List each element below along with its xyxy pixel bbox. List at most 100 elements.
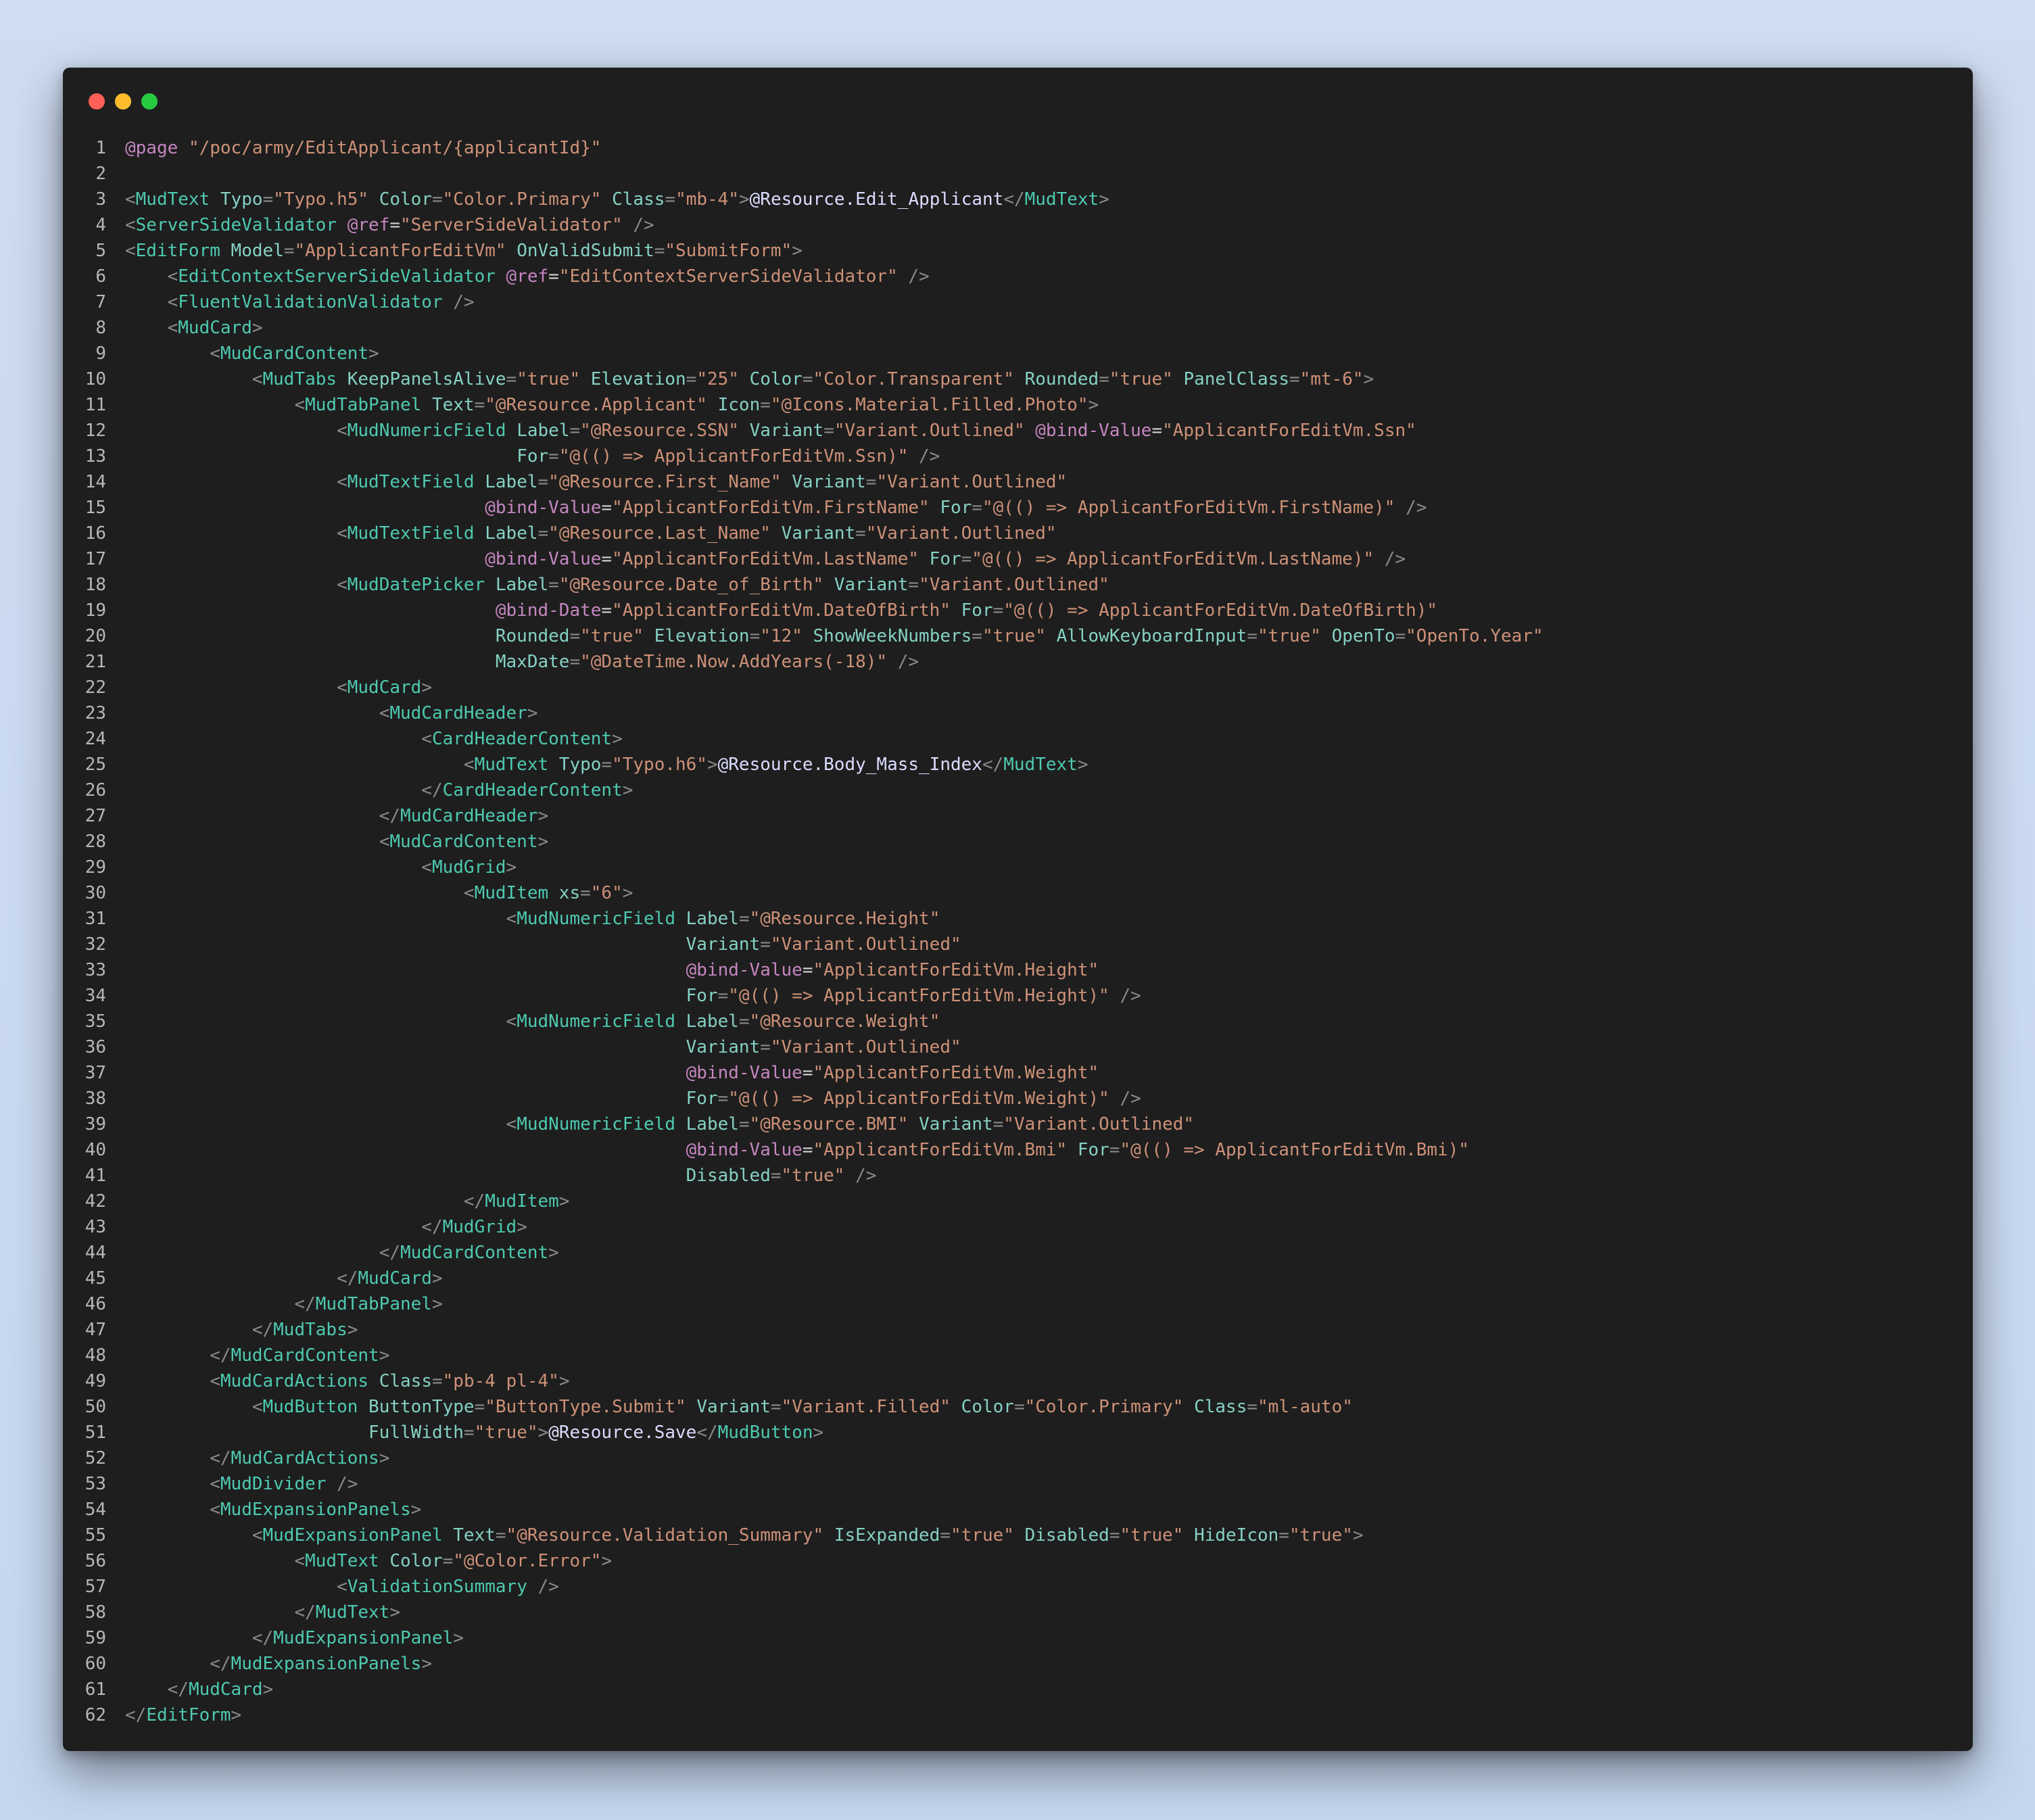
code-line: 55 <MudExpansionPanel Text="@Resource.Va… [63, 1523, 1973, 1548]
line-number: 2 [95, 164, 106, 184]
code-line-text: </MudText> [294, 1602, 400, 1623]
line-number: 44 [85, 1243, 106, 1263]
code-line-text: </MudExpansionPanels> [210, 1654, 432, 1674]
code-line: 53 <MudDivider /> [63, 1471, 1973, 1497]
line-number: 3 [95, 189, 106, 210]
line-number: 48 [85, 1345, 106, 1366]
code-line-text: <MudText Typo="Typo.h5" Color="Color.Pri… [125, 189, 1109, 210]
code-line-text: <MudText Color="@Color.Error"> [294, 1551, 613, 1571]
code-line-text: <EditForm Model="ApplicantForEditVm" OnV… [125, 241, 803, 261]
code-line-text: <EditContextServerSideValidator @ref="Ed… [167, 266, 930, 287]
line-number: 56 [85, 1551, 106, 1571]
code-line: 37 @bind-Value="ApplicantForEditVm.Weigh… [63, 1060, 1973, 1086]
code-line-text: <MudNumericField Label="@Resource.Height… [506, 909, 940, 929]
code-line: 62 </EditForm> [63, 1702, 1973, 1728]
line-number: 30 [85, 883, 106, 903]
code-line-text: @bind-Value="ApplicantForEditVm.LastName… [485, 549, 1406, 569]
code-line-text: <MudCardContent> [379, 832, 549, 852]
code-line-text: Disabled="true" /> [686, 1166, 877, 1186]
code-line-text: </MudCard> [337, 1268, 443, 1289]
code-line: 42 </MudItem> [63, 1189, 1973, 1214]
code-line: 23 <MudCardHeader> [63, 700, 1973, 726]
line-number: 1 [95, 138, 106, 158]
code-line: 11 <MudTabPanel Text="@Resource.Applican… [63, 392, 1973, 418]
line-number: 40 [85, 1140, 106, 1160]
line-number: 54 [85, 1500, 106, 1520]
code-line-text: <MudDatePicker Label="@Resource.Date_of_… [337, 575, 1109, 595]
line-number: 38 [85, 1088, 106, 1109]
code-line: 15 @bind-Value="ApplicantForEditVm.First… [63, 495, 1973, 521]
line-number: 15 [85, 498, 106, 518]
code-line-text: <MudNumericField Label="@Resource.Weight… [506, 1011, 940, 1032]
line-number: 47 [85, 1320, 106, 1340]
line-number: 16 [85, 523, 106, 544]
code-line: 51 FullWidth="true">@Resource.Save</MudB… [63, 1420, 1973, 1445]
code-line-text: Rounded="true" Elevation="12" ShowWeekNu… [495, 626, 1543, 646]
code-line-text: <MudText Typo="Typo.h6">@Resource.Body_M… [463, 755, 1088, 775]
minimize-window-icon[interactable] [115, 93, 131, 110]
line-number: 49 [85, 1371, 106, 1391]
code-line: 3 <MudText Typo="Typo.h5" Color="Color.Pr… [63, 187, 1973, 212]
line-number: 19 [85, 600, 106, 621]
code-line-text: <MudGrid> [421, 857, 517, 878]
line-number: 5 [95, 241, 106, 261]
line-number: 45 [85, 1268, 106, 1289]
code-line: 21 MaxDate="@DateTime.Now.AddYears(-18)"… [63, 649, 1973, 675]
code-line: 48 </MudCardContent> [63, 1343, 1973, 1368]
line-number: 4 [95, 215, 106, 235]
code-line: 30 <MudItem xs="6"> [63, 880, 1973, 906]
maximize-window-icon[interactable] [141, 93, 158, 110]
code-line: 13 For="@(() => ApplicantForEditVm.Ssn)"… [63, 444, 1973, 469]
code-line: 35 <MudNumericField Label="@Resource.Wei… [63, 1009, 1973, 1034]
line-number: 12 [85, 421, 106, 441]
line-number: 18 [85, 575, 106, 595]
code-line: 29 <MudGrid> [63, 855, 1973, 880]
code-line-text: </MudTabs> [252, 1320, 358, 1340]
line-number: 24 [85, 729, 106, 749]
code-line: 44 </MudCardContent> [63, 1240, 1973, 1266]
code-line: 7 <FluentValidationValidator /> [63, 289, 1973, 315]
code-line: 17 @bind-Value="ApplicantForEditVm.LastN… [63, 546, 1973, 572]
line-number: 41 [85, 1166, 106, 1186]
line-number: 50 [85, 1397, 106, 1417]
code-line-text: <MudExpansionPanel Text="@Resource.Valid… [252, 1525, 1364, 1546]
code-line: 43 </MudGrid> [63, 1214, 1973, 1240]
close-window-icon[interactable] [89, 93, 105, 110]
code-line-text: For="@(() => ApplicantForEditVm.Height)"… [686, 986, 1141, 1006]
code-line: 2 [63, 161, 1973, 187]
code-line: 60 </MudExpansionPanels> [63, 1651, 1973, 1677]
code-line-text: </MudExpansionPanel> [252, 1628, 464, 1648]
code-line: 45 </MudCard> [63, 1266, 1973, 1291]
code-line: 40 @bind-Value="ApplicantForEditVm.Bmi" … [63, 1137, 1973, 1163]
code-line-text: @page "/poc/army/EditApplicant/{applican… [125, 138, 602, 158]
code-line-text: <ValidationSummary /> [337, 1577, 559, 1597]
code-line-text: <ServerSideValidator @ref="ServerSideVal… [125, 215, 654, 235]
code-line-text: </MudCardHeader> [379, 806, 549, 826]
code-line: 6 <EditContextServerSideValidator @ref="… [63, 264, 1973, 289]
line-number: 52 [85, 1448, 106, 1468]
line-number: 9 [95, 343, 106, 364]
line-number: 53 [85, 1474, 106, 1494]
code-line: 19 @bind-Date="ApplicantForEditVm.DateOf… [63, 598, 1973, 623]
line-number: 17 [85, 549, 106, 569]
code-line-text: </MudCardActions> [210, 1448, 390, 1468]
code-line: 33 @bind-Value="ApplicantForEditVm.Heigh… [63, 957, 1973, 983]
line-number: 8 [95, 318, 106, 338]
code-line: 31 <MudNumericField Label="@Resource.Hei… [63, 906, 1973, 932]
code-line-text: </MudItem> [463, 1191, 570, 1212]
line-number: 42 [85, 1191, 106, 1212]
code-line: 8 <MudCard> [63, 315, 1973, 341]
code-line-text: <MudCardActions Class="pb-4 pl-4"> [210, 1371, 570, 1391]
code-line: 61 </MudCard> [63, 1677, 1973, 1702]
code-line: 4 <ServerSideValidator @ref="ServerSideVa… [63, 212, 1973, 238]
line-number: 26 [85, 780, 106, 800]
code-line: 52 </MudCardActions> [63, 1445, 1973, 1471]
line-number: 61 [85, 1679, 106, 1700]
line-number: 35 [85, 1011, 106, 1032]
code-line-text: @bind-Value="ApplicantForEditVm.Bmi" For… [686, 1140, 1470, 1160]
code-line: 34 For="@(() => ApplicantForEditVm.Heigh… [63, 983, 1973, 1009]
line-number: 11 [85, 395, 106, 415]
code-line-text: <CardHeaderContent> [421, 729, 623, 749]
code-line: 1 @page "/poc/army/EditApplicant/{applica… [63, 135, 1973, 161]
line-number: 13 [85, 446, 106, 466]
